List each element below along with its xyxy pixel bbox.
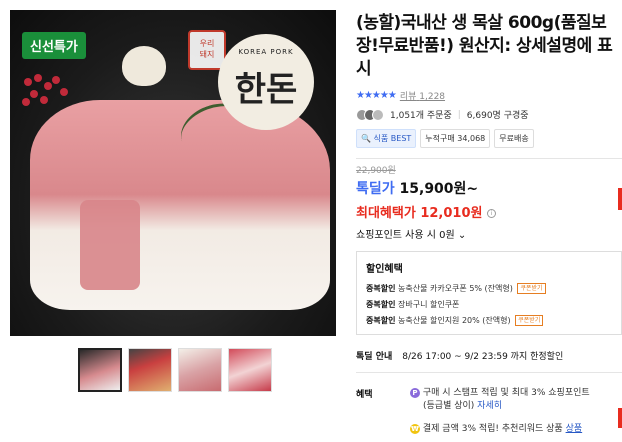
thumbnail-3[interactable] [178, 348, 222, 392]
divider [356, 158, 622, 159]
tag-cumulative: 누적구매 34,068 [420, 129, 491, 148]
info-icon[interactable]: i [487, 209, 497, 218]
separator: | [457, 109, 461, 120]
sale-price-row: 톡딜가 15,900원~ [356, 178, 622, 198]
thumbnail-4[interactable] [228, 348, 272, 392]
review-label: 리뷰 [399, 92, 417, 102]
side-red-tab[interactable] [618, 188, 622, 210]
benefit-body: P 구매 시 스탬프 적립 및 최대 3% 쇼핑포인트 (등급별 상이) 자세히… [410, 387, 622, 436]
sale-price: 15,900원~ [399, 181, 479, 197]
benefit-row: 혜택 P 구매 시 스탬프 적립 및 최대 3% 쇼핑포인트 (등급별 상이) … [356, 387, 622, 436]
garlic-decoration [122, 46, 166, 86]
tag-free-shipping: 무료배송 [494, 129, 534, 148]
product-main-image: 신선특가 우리 돼지 KOREA PORK 한돈 [10, 10, 336, 336]
discount-line: 중복할인 장바구니 할인쿠폰 [366, 300, 460, 309]
discount-heading: 할인혜택 [366, 264, 403, 275]
product-tags: 🔍 식품 BEST 누적구매 34,068 무료배송 [356, 129, 622, 148]
max-benefit-row: 최대혜택가 12,010원 i [356, 202, 622, 221]
chevron-down-icon: ⌄ [457, 230, 467, 241]
product-info-panel: (농할)국내산 생 목살 600g(품질보장!무료반품!) 원산지: 상세설명에… [356, 12, 622, 436]
deal-notice-row: 톡딜 안내 8/26 17:00 ~ 9/2 23:59 까지 한정할인 [356, 349, 622, 362]
discount-line: 중복할인 농축산물 카카오쿠폰 5% (잔액형) 쿠폰받기 [366, 283, 612, 294]
hanpork-logo: KOREA PORK 한돈 [218, 34, 314, 130]
points-row[interactable]: 쇼핑포인트 사용 시 0원 ⌄ [356, 226, 622, 241]
coupon-button[interactable]: 쿠폰받기 [517, 283, 546, 294]
deal-notice-text: 8/26 17:00 ~ 9/2 23:59 까지 한정할인 [402, 352, 564, 362]
detail-link[interactable]: 자세히 [477, 401, 502, 411]
point-icon: P [410, 388, 420, 398]
tag-food-best[interactable]: 🔍 식품 BEST [356, 129, 417, 148]
review-count: 1,228 [419, 92, 446, 102]
fresh-deal-badge: 신선특가 [22, 32, 86, 59]
divider [356, 372, 622, 373]
sale-label: 톡딜가 [356, 181, 395, 197]
benefit-line1: 구매 시 스탬프 적립 및 최대 3% 쇼핑포인트 [422, 388, 590, 398]
thumbnail-2[interactable] [128, 348, 172, 392]
original-price: 22,900원 [356, 166, 396, 176]
thumbnail-1[interactable] [78, 348, 122, 392]
coin-icon: ₩ [410, 424, 420, 434]
benefit-line2: 결제 금액 3% 적립! 추천리워드 상품 [422, 424, 563, 434]
logo-main-text: 한돈 [234, 70, 298, 110]
review-link[interactable]: 리뷰 1,228 [400, 89, 445, 102]
max-price: 12,010원 [420, 206, 483, 221]
viewers-count: 6,690명 구경중 [466, 111, 529, 121]
product-title: (농할)국내산 생 목살 600g(품질보장!무료반품!) 원산지: 상세설명에… [356, 13, 613, 79]
meat-cross-section [80, 200, 140, 290]
deal-notice-label: 톡딜 안내 [356, 352, 393, 362]
side-red-tab-bottom[interactable] [618, 408, 622, 428]
rating-row: ★★★★★ 리뷰 1,228 [356, 89, 622, 102]
points-text: 쇼핑포인트 사용 시 0원 [356, 230, 455, 241]
thumbnail-strip [78, 348, 272, 392]
coupon-button[interactable]: 쿠폰받기 [515, 315, 544, 326]
buyer-avatars [356, 108, 384, 121]
peppercorns-decoration [20, 72, 78, 110]
star-rating-icon: ★★★★★ [356, 90, 397, 101]
discount-box: 할인혜택 중복할인 농축산물 카카오쿠폰 5% (잔액형) 쿠폰받기 중복할인 … [356, 251, 622, 335]
logo-subtitle: KOREA PORK [238, 48, 294, 56]
product-link[interactable]: 상품 [566, 424, 583, 434]
max-label: 최대혜택가 [356, 206, 416, 221]
discount-line: 중복할인 농축산물 할인지원 20% (잔액형) 쿠폰받기 [366, 315, 612, 326]
benefit-line1b: (등급별 상이) [423, 401, 475, 411]
orders-count: 1,051개 주문중 [390, 111, 452, 121]
buyers-row: 1,051개 주문중 | 6,690명 구경중 [356, 108, 622, 121]
benefit-label: 혜택 [356, 390, 373, 400]
